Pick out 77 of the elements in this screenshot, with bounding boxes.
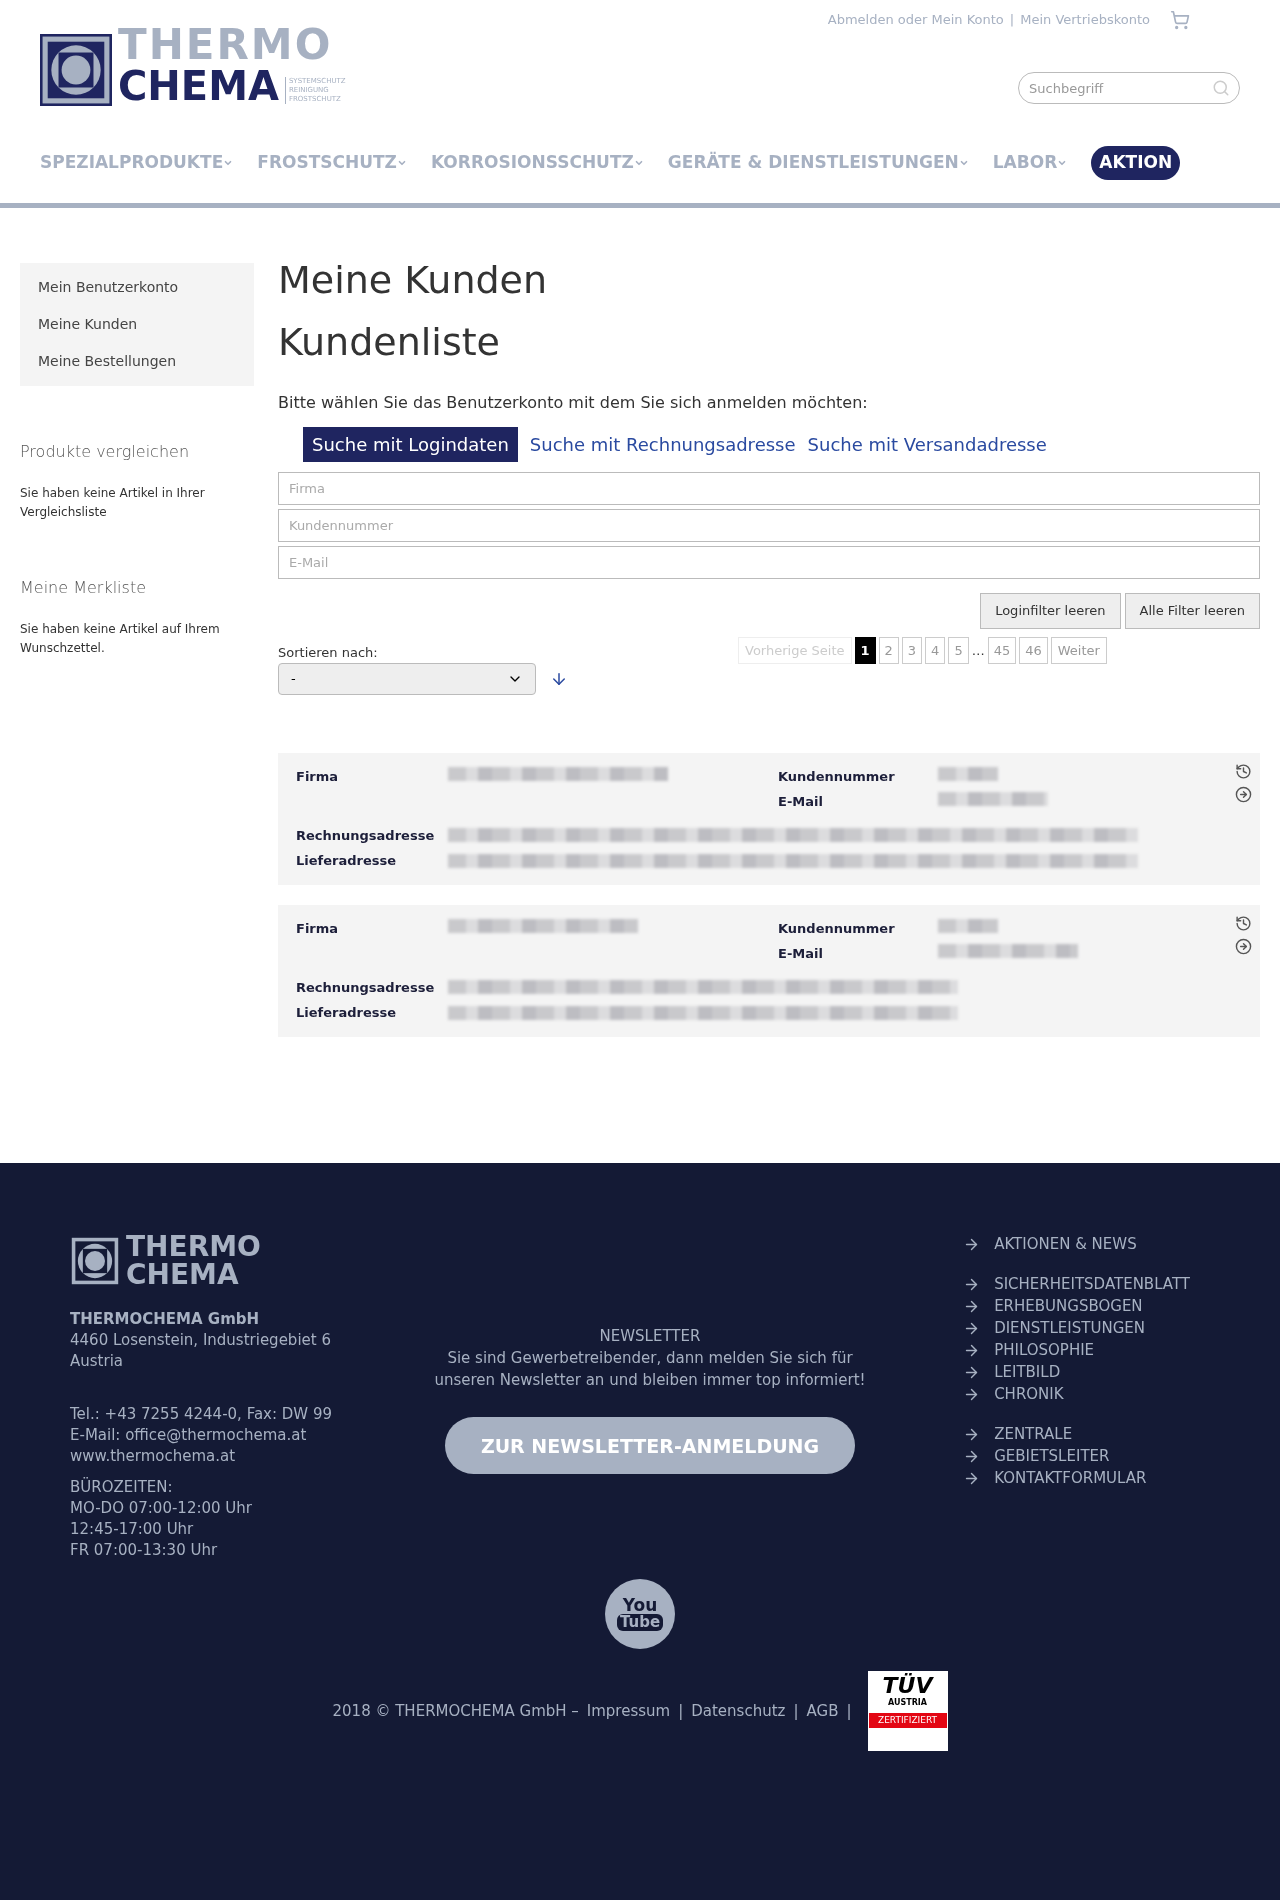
address-line: Austria xyxy=(70,1351,124,1372)
logo-icon xyxy=(40,34,112,106)
page-button[interactable]: 1 xyxy=(854,637,876,664)
footer-link[interactable]: LEITBILD xyxy=(963,1361,1190,1383)
filter-field[interactable]: Kundennummer xyxy=(278,509,1260,542)
legal-link[interactable]: AGB xyxy=(806,1699,839,1723)
section-title: Meine Merkliste xyxy=(20,577,147,599)
address-line: 4460 Losenstein, Industriegebiet 6 xyxy=(70,1330,332,1351)
footer-link[interactable]: CHRONIK xyxy=(963,1383,1190,1405)
logo-text: THERMO xyxy=(118,24,334,66)
field-label: Rechnungsadresse xyxy=(296,826,436,845)
logo-icon xyxy=(70,1236,120,1286)
contact-line: E-Mail: office@thermochema.at xyxy=(70,1425,308,1446)
hours-line: BÜROZEITEN: xyxy=(70,1477,174,1498)
menu-item[interactable]: Meine Kunden xyxy=(38,314,236,335)
field-label: Lieferadresse xyxy=(296,852,398,870)
info-text: Sie haben keine Artikel auf Ihrem Wunschzettel. xyxy=(20,621,221,657)
newsletter-text: Sie sind Gewerbetreibender, dann melden Sie sich für unseren Newsletter an und bleiben immer top informiert! xyxy=(433,1348,867,1391)
footer-link[interactable]: SICHERHEITSDATENBLATT xyxy=(963,1273,1190,1295)
footer-link[interactable]: AKTIONEN & NEWS xyxy=(963,1233,1190,1255)
copyright-text: 2018 © THERMOCHEMA GmbH – xyxy=(332,1700,579,1722)
company-name: THERMOCHEMA GmbH xyxy=(70,1309,261,1330)
newsletter-title: NEWSLETTER xyxy=(599,1326,701,1347)
footer-link[interactable]: ZENTRALE xyxy=(963,1423,1190,1445)
footer-link[interactable]: PHILOSOPHIE xyxy=(963,1339,1190,1361)
search-tab[interactable]: Suche mit Versandadresse xyxy=(807,427,1047,462)
redacted-text xyxy=(938,766,998,781)
ellipsis: … xyxy=(971,641,985,660)
redacted-text xyxy=(938,918,998,933)
search-tab[interactable]: Suche mit Rechnungsadresse xyxy=(529,427,796,462)
hours-line: 12:45-17:00 Uhr xyxy=(70,1519,195,1540)
field-label: E-Mail xyxy=(778,793,824,811)
clear-filter-button[interactable]: Loginfilter leeren xyxy=(980,593,1121,629)
logo-text: CHEMA xyxy=(126,1261,240,1289)
legal-link[interactable]: Datenschutz xyxy=(691,1699,786,1723)
field-label: Rechnungsadresse xyxy=(296,978,436,997)
section-title: Produkte vergleichen xyxy=(20,441,190,463)
history-icon[interactable] xyxy=(1235,914,1252,932)
arrow-circle-icon[interactable] xyxy=(1235,785,1252,803)
info-text: Sie haben keine Artikel in Ihrer Vergleichsliste xyxy=(20,485,206,521)
field-label: Kundennummer xyxy=(778,767,896,786)
field-label: Lieferadresse xyxy=(296,1004,398,1022)
footer-link[interactable]: ERHEBUNGSBOGEN xyxy=(963,1295,1190,1317)
clear-filter-button[interactable]: Alle Filter leeren xyxy=(1124,593,1260,629)
field-label: Firma xyxy=(296,767,340,786)
filter-field[interactable]: E-Mail xyxy=(278,546,1260,579)
separator: | xyxy=(678,1700,684,1722)
logo-text: CHEMA xyxy=(118,66,279,106)
instruction-text: Bitte wählen Sie das Benutzerkonto mit dem Sie sich anmelden möchten: xyxy=(278,392,869,414)
field-label: E-Mail xyxy=(778,945,824,963)
footer-link[interactable]: DIENSTLEISTUNGEN xyxy=(963,1317,1190,1339)
contact-line: Tel.: +43 7255 4244-0, Fax: DW 99 xyxy=(70,1404,333,1425)
search-field[interactable]: Suchbegriff xyxy=(1018,72,1240,104)
menu-item[interactable]: Mein Benutzerkonto xyxy=(38,277,236,298)
hours-line: FR 07:00-13:30 Uhr xyxy=(70,1540,219,1561)
sort-select[interactable]: - xyxy=(278,662,536,695)
separator: | xyxy=(793,1700,799,1722)
footer-link[interactable]: KONTAKTFORMULAR xyxy=(963,1467,1190,1489)
arrow-circle-icon[interactable] xyxy=(1235,937,1252,955)
sort-label: Sortieren nach: xyxy=(278,644,379,662)
filter-field[interactable]: Firma xyxy=(278,472,1260,505)
page-subtitle: Kundenliste xyxy=(278,323,501,361)
legal-link[interactable]: Impressum xyxy=(586,1699,671,1723)
menu-item[interactable]: Meine Bestellungen xyxy=(38,351,236,372)
separator: | xyxy=(846,1700,852,1722)
hours-line: MO-DO 07:00-12:00 Uhr xyxy=(70,1498,253,1519)
field-label: Firma xyxy=(296,919,340,938)
youtube-button[interactable]: You Tube xyxy=(605,1579,675,1649)
separator: | xyxy=(1009,11,1015,30)
page-title: Meine Kunden xyxy=(278,261,549,299)
logo-text: THERMO xyxy=(126,1233,261,1261)
certification-badge: TÜV AUSTRIA ZERTIFIZIERT xyxy=(867,1671,948,1751)
history-icon[interactable] xyxy=(1235,762,1252,780)
field-label: Kundennummer xyxy=(778,919,896,938)
footer-link[interactable]: GEBIETSLEITER xyxy=(963,1445,1190,1467)
contact-line: www.thermochema.at xyxy=(70,1446,237,1467)
search-tab[interactable]: Suche mit Logindaten xyxy=(303,427,518,462)
